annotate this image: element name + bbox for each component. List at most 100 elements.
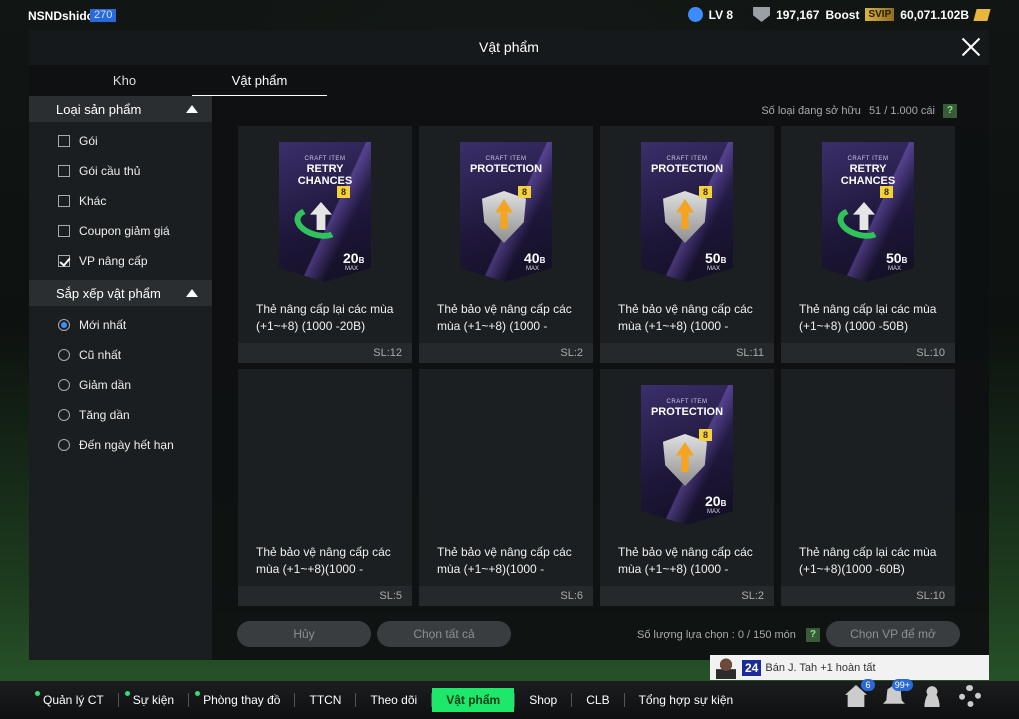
sort-option[interactable]: Đến ngày hết hạn (29, 430, 212, 460)
item-art-title: RETRY CHANCES (297, 163, 353, 187)
type-option[interactable]: Gói (29, 126, 212, 156)
cancel-button[interactable]: Hủy (237, 621, 371, 647)
option-label: Đến ngày hết hạn (79, 438, 174, 452)
item-name: Thẻ bảo vệ nâng cấp các mùa (+1~+8) (100… (437, 302, 572, 333)
type-option[interactable]: Coupon giảm giá (29, 216, 212, 246)
radio[interactable] (58, 409, 70, 421)
grade-value: 50B (886, 250, 907, 266)
settings-icon[interactable] (959, 685, 981, 707)
nav-item-8[interactable]: Tổng hợp sự kiện (625, 688, 748, 712)
sort-option[interactable]: Giảm dần (29, 370, 212, 400)
radio[interactable] (58, 379, 70, 391)
craft-item-label: CRAFT ITEM (847, 156, 889, 162)
item-card[interactable]: CRAFT ITEM RETRY CHANCES 8 20B MAX Thẻ nâng c… (238, 126, 412, 363)
radio-selected[interactable] (58, 319, 70, 331)
home-button[interactable]: 6 (845, 679, 875, 707)
nav-item-1[interactable]: Sự kiện (119, 688, 188, 712)
top-bar: NSNDshido 270 LV 8 197,167 Boost SVIP 60… (0, 0, 1019, 32)
nav-item-2[interactable]: Phòng thay đồ (189, 688, 294, 712)
sort-option[interactable]: Tăng dần (29, 400, 212, 430)
grade-unit: B (358, 256, 365, 265)
type-filter-header[interactable]: Loại sản phẩm (29, 96, 212, 122)
help-icon[interactable]: ? (805, 628, 820, 642)
collapse-arrow-icon[interactable] (186, 105, 198, 113)
level-icon (687, 7, 703, 22)
open-items-button[interactable]: Chọn VP để mở (826, 621, 960, 647)
item-name: Thẻ nâng cấp lại các mùa (+1~+8)(1000 -6… (799, 545, 937, 576)
option-label: Khác (79, 194, 107, 208)
nav-item-5[interactable]: Vật phẩm (432, 688, 515, 712)
tab-bar: Kho Vật phẩm (29, 66, 329, 96)
option-label: Coupon giảm giá (79, 224, 170, 238)
item-card[interactable]: CRAFT ITEM PROTECTION 8 20B MAX Thẻ bảo vệ nâ… (600, 369, 774, 606)
item-quantity: SL:12 (238, 343, 412, 363)
level-badge: 8 (699, 429, 712, 441)
nav-label: Theo dõi (370, 693, 418, 707)
item-quantity: SL:5 (238, 586, 412, 606)
item-card[interactable]: CRAFT ITEM PROTECTION 8 50B MAX Thẻ bảo vệ nâ… (600, 126, 774, 363)
nav-label: TTCN (309, 693, 342, 707)
type-option[interactable]: Gói cầu thủ (29, 156, 212, 186)
nav-label: Quản lý CT (43, 693, 104, 707)
nav-item-4[interactable]: Theo dõi (356, 688, 431, 712)
help-icon[interactable]: ? (943, 104, 957, 118)
item-card[interactable]: CRAFT ITEM PROTECTION 8 40B MAX Thẻ bảo vệ nâ… (419, 126, 593, 363)
nav-item-0[interactable]: Quản lý CT (29, 688, 118, 712)
radio[interactable] (58, 349, 70, 361)
option-label: Gói cầu thủ (79, 164, 141, 178)
player-level-badge: 270 (90, 9, 117, 22)
nav-item-3[interactable]: TTCN (295, 688, 355, 712)
item-card[interactable]: Thẻ bảo vệ nâng cấp các mùa (+1~+8)(1000… (419, 369, 593, 606)
grade-value: 20B (343, 250, 364, 266)
nav-item-7[interactable]: CLB (572, 688, 623, 712)
type-option[interactable]: VP nâng cấp (29, 246, 212, 276)
nav-item-6[interactable]: Shop (515, 688, 571, 712)
checkbox[interactable] (58, 225, 70, 237)
item-card-art: CRAFT ITEM PROTECTION 8 20B MAX (641, 385, 733, 525)
resource-bar: LV 8 197,167 Boost SVIP 60,071.102B (687, 7, 991, 22)
item-art-title: RETRY CHANCES (840, 163, 896, 187)
notification-dot (195, 691, 201, 696)
coin-icon (973, 8, 991, 21)
window-title: Vật phẩm (479, 39, 539, 55)
sort-title: Sắp xếp vật phẩm (56, 285, 161, 301)
nav-label: Tổng hợp sự kiện (638, 693, 734, 707)
item-quantity: SL:11 (600, 343, 774, 363)
medal-count: 197,167 (776, 7, 820, 22)
player-avatar (716, 656, 736, 679)
item-card[interactable]: Thẻ nâng cấp lại các mùa (+1~+8)(1000 -6… (781, 369, 955, 606)
checkbox[interactable] (58, 195, 70, 207)
item-card[interactable]: CRAFT ITEM RETRY CHANCES 8 50B MAX Thẻ nâng c… (781, 126, 955, 363)
owned-value: 51 / 1.000 cái (868, 105, 935, 117)
nav-label: Sự kiện (132, 693, 175, 707)
level-badge: 8 (880, 186, 893, 198)
item-card[interactable]: Thẻ bảo vệ nâng cấp các mùa (+1~+8)(1000… (238, 369, 412, 606)
item-quantity: SL:10 (781, 586, 955, 606)
nav-label: Shop (529, 693, 558, 707)
option-label: Cũ nhất (79, 348, 122, 362)
type-option[interactable]: Khác (29, 186, 212, 216)
tab-items[interactable]: Vật phẩm (192, 66, 327, 96)
checkbox[interactable] (58, 165, 70, 177)
profile-icon[interactable] (921, 685, 943, 707)
checkbox-checked[interactable] (58, 255, 70, 267)
settings-button[interactable] (959, 685, 981, 707)
profile-button[interactable] (921, 685, 943, 707)
item-card-art: CRAFT ITEM PROTECTION 8 40B MAX (460, 142, 552, 282)
tab-storage[interactable]: Kho (57, 66, 192, 96)
grade-number: 20 (705, 493, 721, 509)
sort-header[interactable]: Sắp xếp vật phẩm (29, 280, 212, 306)
radio[interactable] (58, 439, 70, 451)
item-quantity: SL:2 (419, 343, 593, 363)
sort-option[interactable]: Cũ nhất (29, 340, 212, 370)
bell-button[interactable]: 99+ (883, 679, 913, 707)
item-name: Thẻ nâng cấp lại các mùa (+1~+8) (1000 -… (799, 302, 937, 333)
window-header: Vật phẩm (29, 30, 989, 65)
sort-option[interactable]: Mới nhất (29, 310, 212, 340)
checkbox[interactable] (58, 135, 70, 147)
option-label: Tăng dần (79, 408, 130, 422)
select-all-button[interactable]: Chọn tất cả (377, 621, 511, 647)
close-icon[interactable] (961, 37, 981, 57)
collapse-arrow-icon[interactable] (186, 289, 198, 297)
option-label: Mới nhất (79, 318, 127, 332)
